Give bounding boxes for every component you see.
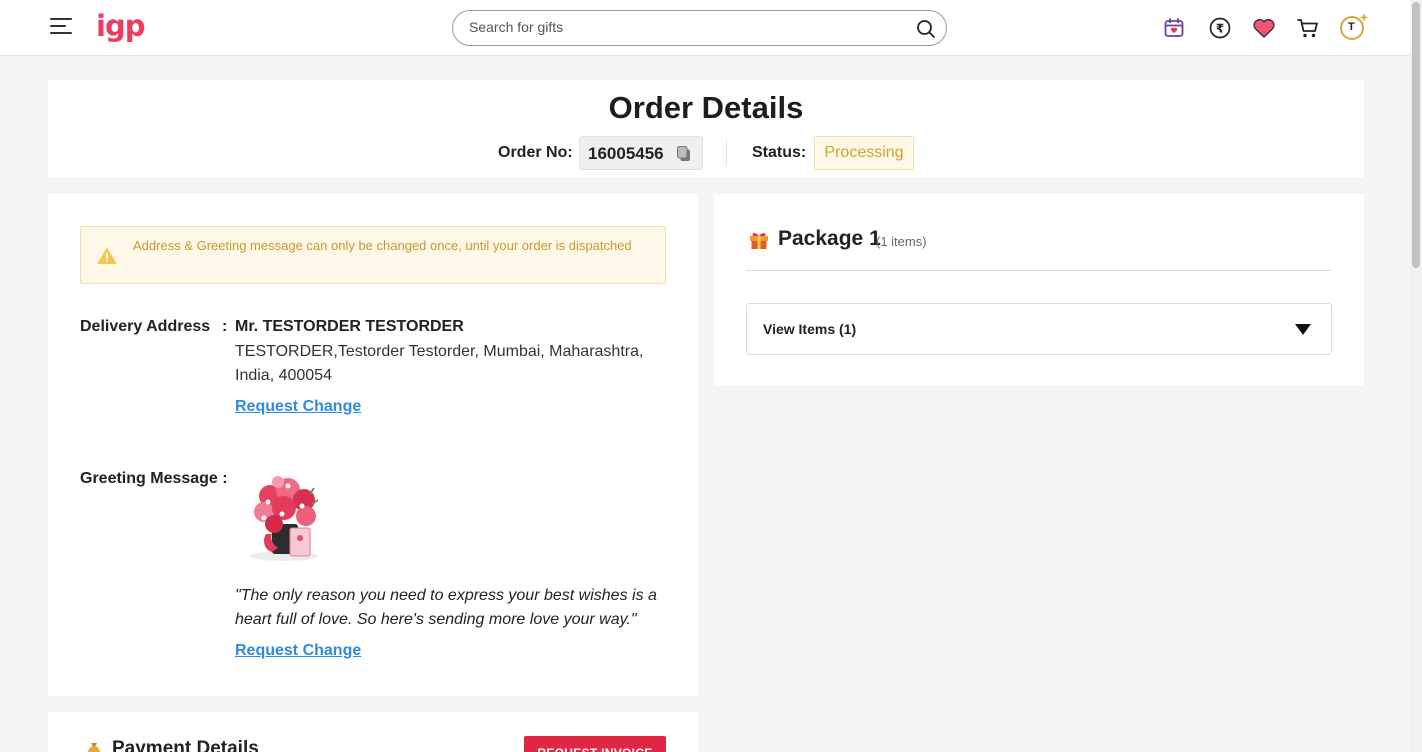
- svg-text:₹: ₹: [1216, 22, 1224, 36]
- cart-icon[interactable]: [1295, 15, 1321, 41]
- address-request-change-link[interactable]: Request Change: [235, 398, 361, 416]
- scrollbar-track[interactable]: [1410, 0, 1422, 752]
- request-invoice-button[interactable]: REQUEST INVOICE: [524, 736, 666, 752]
- package-card: Package 1 (1 items) View Items (1): [714, 194, 1364, 386]
- page-title: Order Details: [608, 90, 804, 125]
- order-number-box: 16005456: [579, 136, 703, 170]
- package-item-count: (1 items): [876, 234, 927, 249]
- copy-icon[interactable]: [676, 145, 692, 168]
- search-bar[interactable]: [452, 10, 947, 46]
- hamburger-menu-icon[interactable]: [50, 18, 74, 38]
- warning-icon: [97, 247, 117, 270]
- greeting-card-image: [244, 474, 328, 564]
- calendar-heart-icon[interactable]: [1161, 15, 1187, 41]
- order-number: 16005456: [588, 144, 664, 163]
- status-badge: Processing: [814, 136, 914, 170]
- search-input[interactable]: [469, 19, 889, 35]
- payment-details-title: Payment Details: [112, 738, 259, 752]
- payment-details-card: Payment Details REQUEST INVOICE: [48, 712, 698, 752]
- chevron-down-icon[interactable]: [1295, 324, 1311, 335]
- order-no-label: Order No:: [498, 144, 573, 161]
- divider: [726, 140, 727, 166]
- money-bag-icon: [84, 740, 104, 752]
- avatar-initial: T: [1348, 21, 1355, 33]
- top-navigation-bar: igp ₹ T: [0, 0, 1410, 56]
- scrollbar-thumb[interactable]: [1412, 2, 1420, 268]
- rupee-icon[interactable]: ₹: [1207, 15, 1233, 41]
- address-greeting-card: Address & Greeting message can only be c…: [48, 194, 698, 696]
- delivery-address-text: TESTORDER,Testorder Testorder, Mumbai, M…: [235, 343, 644, 384]
- notice-text: Address & Greeting message can only be c…: [133, 238, 632, 253]
- gift-icon: [748, 228, 770, 255]
- greeting-message-label: Greeting Message :: [80, 470, 228, 487]
- delivery-address-label: Delivery Address: [80, 318, 211, 335]
- divider: [746, 270, 1332, 271]
- igp-logo[interactable]: igp: [96, 9, 145, 43]
- wishlist-heart-icon[interactable]: [1251, 15, 1277, 41]
- view-items-label: View Items (1): [763, 321, 857, 337]
- user-avatar[interactable]: T: [1338, 11, 1370, 43]
- recipient-name: Mr. TESTORDER TESTORDER: [235, 318, 464, 335]
- status-label: Status:: [752, 144, 807, 161]
- greeting-message-text: "The only reason you need to express you…: [235, 587, 657, 628]
- greeting-request-change-link[interactable]: Request Change: [235, 642, 361, 660]
- search-icon[interactable]: [916, 19, 936, 44]
- order-header-card: Order Details Order No: 16005456 Status:…: [48, 80, 1364, 178]
- delivery-address-colon: :: [222, 318, 228, 335]
- package-title: Package 1: [778, 227, 881, 250]
- change-notice-banner: Address & Greeting message can only be c…: [80, 226, 666, 284]
- view-items-accordion[interactable]: View Items (1): [746, 303, 1332, 355]
